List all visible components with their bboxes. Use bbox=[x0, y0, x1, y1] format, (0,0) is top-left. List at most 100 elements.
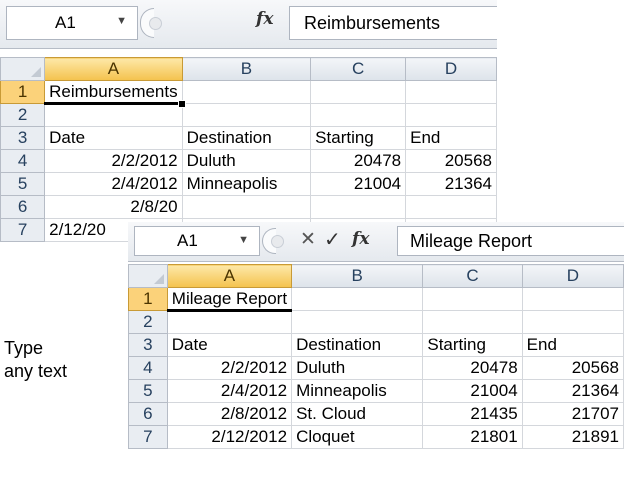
cell[interactable]: 21364 bbox=[405, 172, 497, 196]
instruction-callout: Type any text bbox=[4, 337, 67, 383]
column-header-d[interactable]: D bbox=[405, 57, 497, 81]
cell-table: A B C D 1 Reimbursements 2 3 Date Destin… bbox=[0, 57, 497, 242]
enter-check-icon[interactable]: ✓ bbox=[324, 227, 341, 252]
cell[interactable]: 2/2/2012 bbox=[166, 356, 293, 380]
cell[interactable] bbox=[291, 310, 424, 334]
cell[interactable] bbox=[405, 195, 497, 219]
cell[interactable] bbox=[422, 310, 523, 334]
select-all-button[interactable] bbox=[0, 57, 46, 81]
row-header[interactable]: 2 bbox=[0, 103, 46, 127]
cell[interactable]: 21891 bbox=[521, 425, 624, 449]
cell[interactable] bbox=[310, 195, 407, 219]
cell[interactable]: Starting bbox=[310, 126, 407, 150]
name-box[interactable]: A1 ▼ bbox=[6, 6, 138, 40]
cell-a1-editing[interactable]: Mileage Report bbox=[166, 287, 293, 312]
cell[interactable]: 20568 bbox=[521, 356, 624, 380]
formula-input[interactable]: Mileage Report bbox=[397, 226, 624, 256]
cancel-icon[interactable]: ✕ bbox=[300, 228, 316, 251]
cell[interactable]: 2/4/2012 bbox=[166, 379, 293, 403]
cell[interactable] bbox=[521, 310, 624, 334]
column-header-d[interactable]: D bbox=[521, 264, 624, 288]
cell[interactable]: St. Cloud bbox=[291, 402, 424, 426]
name-box[interactable]: A1 ▼ bbox=[134, 226, 260, 256]
chevron-down-icon[interactable]: ▼ bbox=[238, 234, 249, 246]
cell[interactable]: Cloquet bbox=[291, 425, 424, 449]
formula-bar-separator bbox=[262, 228, 284, 254]
cell[interactable]: Minneapolis bbox=[181, 172, 312, 196]
selection-border bbox=[44, 102, 183, 105]
cell[interactable] bbox=[405, 80, 497, 104]
cell[interactable]: 20568 bbox=[405, 149, 497, 173]
cell[interactable]: Duluth bbox=[181, 149, 312, 173]
column-header-a[interactable]: A bbox=[44, 57, 183, 81]
cell[interactable]: End bbox=[521, 333, 624, 357]
cell[interactable]: End bbox=[405, 126, 497, 150]
cell[interactable]: 2/2/2012 bbox=[44, 149, 183, 173]
row-header[interactable]: 7 bbox=[128, 425, 168, 449]
cell[interactable] bbox=[291, 287, 424, 311]
cell[interactable] bbox=[521, 287, 624, 311]
row-header[interactable]: 7 bbox=[0, 218, 46, 242]
cell[interactable]: Duluth bbox=[291, 356, 424, 380]
row-header[interactable]: 4 bbox=[0, 149, 46, 173]
row-header[interactable]: 1 bbox=[0, 80, 46, 104]
column-header-b[interactable]: B bbox=[181, 57, 312, 81]
column-header-c[interactable]: C bbox=[422, 264, 523, 288]
selection-border bbox=[166, 309, 293, 312]
formula-input[interactable]: Reimbursements bbox=[289, 6, 497, 40]
column-header-c[interactable]: C bbox=[310, 57, 407, 81]
cell[interactable]: 21707 bbox=[521, 402, 624, 426]
cell[interactable]: Starting bbox=[422, 333, 523, 357]
cell[interactable] bbox=[44, 103, 183, 127]
chevron-down-icon[interactable]: ▼ bbox=[116, 15, 127, 27]
row-header[interactable]: 5 bbox=[128, 379, 168, 403]
cell[interactable]: Date bbox=[44, 126, 183, 150]
formula-bar-separator bbox=[140, 8, 162, 38]
row-header[interactable]: 3 bbox=[128, 333, 168, 357]
cell[interactable]: Destination bbox=[181, 126, 312, 150]
callout-line-1: Type bbox=[4, 338, 44, 358]
formula-bar: A1 ▼ fx Reimbursements bbox=[0, 0, 497, 49]
resize-dot-icon[interactable] bbox=[149, 17, 162, 30]
cell[interactable] bbox=[310, 80, 407, 104]
cell[interactable]: 2/8/20 bbox=[44, 195, 183, 219]
insert-function-label: fx bbox=[352, 229, 370, 249]
column-header-b[interactable]: B bbox=[291, 264, 424, 288]
row-header[interactable]: 6 bbox=[0, 195, 46, 219]
row-header[interactable]: 5 bbox=[0, 172, 46, 196]
cell[interactable]: Destination bbox=[291, 333, 424, 357]
insert-function-icon[interactable]: fx bbox=[352, 229, 369, 249]
cell[interactable] bbox=[181, 103, 312, 127]
cell[interactable] bbox=[310, 103, 407, 127]
row-header[interactable]: 1 bbox=[128, 287, 168, 311]
cell[interactable]: 20478 bbox=[422, 356, 523, 380]
row-header[interactable]: 6 bbox=[128, 402, 168, 426]
cell[interactable] bbox=[181, 195, 312, 219]
cell[interactable]: 21435 bbox=[422, 402, 523, 426]
cell[interactable]: 21801 bbox=[422, 425, 523, 449]
cell[interactable]: 20478 bbox=[310, 149, 407, 173]
select-all-button[interactable] bbox=[128, 264, 168, 288]
cell[interactable]: 2/4/2012 bbox=[44, 172, 183, 196]
cell[interactable]: 2/8/2012 bbox=[166, 402, 293, 426]
column-header-a[interactable]: A bbox=[166, 264, 293, 288]
row-header[interactable]: 2 bbox=[128, 310, 168, 334]
cell[interactable] bbox=[166, 310, 293, 334]
cell[interactable]: 21004 bbox=[422, 379, 523, 403]
cell[interactable]: 2/12/2012 bbox=[166, 425, 293, 449]
resize-dot-icon[interactable] bbox=[271, 235, 284, 248]
cell[interactable] bbox=[405, 103, 497, 127]
cell[interactable]: 21004 bbox=[310, 172, 407, 196]
cell[interactable]: Minneapolis bbox=[291, 379, 424, 403]
cell-text: Mileage Report bbox=[171, 289, 288, 308]
cell[interactable]: 21364 bbox=[521, 379, 624, 403]
cell[interactable]: Date bbox=[166, 333, 293, 357]
insert-function-icon[interactable]: fx bbox=[256, 9, 273, 29]
cell-a1-selected[interactable]: Reimbursements bbox=[44, 80, 186, 108]
cell-text: Reimbursements bbox=[49, 82, 178, 101]
fill-handle[interactable] bbox=[177, 100, 186, 108]
row-header[interactable]: 4 bbox=[128, 356, 168, 380]
cell[interactable] bbox=[422, 287, 523, 311]
row-header[interactable]: 3 bbox=[0, 126, 46, 150]
cell[interactable] bbox=[181, 80, 312, 104]
